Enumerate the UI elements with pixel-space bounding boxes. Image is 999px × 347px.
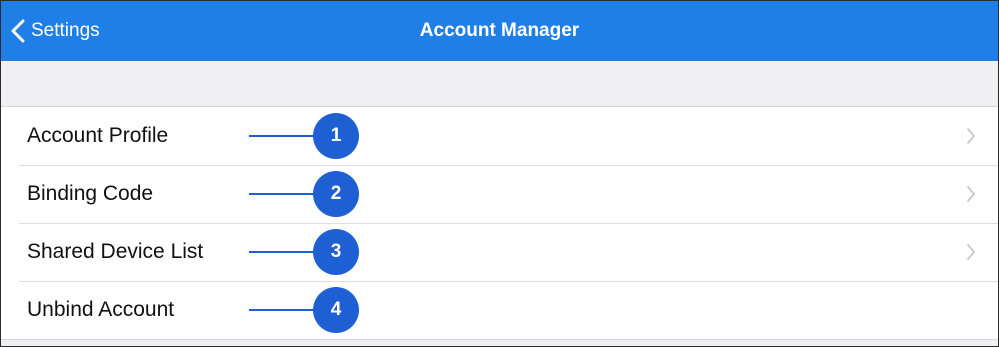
callout-line [249,251,321,253]
list-item-binding-code[interactable]: Binding Code 2 [1,165,998,223]
chevron-left-icon [7,16,29,46]
callout-line [249,193,321,195]
callout-badge: 2 [313,171,359,217]
list-item-shared-device-list[interactable]: Shared Device List 3 [1,223,998,281]
chevron-right-icon [966,127,976,145]
callout-line [249,135,321,137]
list-item-label: Account Profile [27,124,169,147]
account-menu-list: Account Profile 1 Binding Code 2 Shared … [1,107,998,339]
list-item-label: Binding Code [27,182,154,205]
chevron-right-icon [966,185,976,203]
back-button-label: Settings [31,20,100,41]
app-window: Settings Account Manager Account Profile… [0,0,999,347]
callout-badge: 4 [313,287,359,333]
section-spacer [1,61,998,107]
page-title: Account Manager [419,20,580,41]
back-button[interactable]: Settings [7,1,100,61]
list-item-label: Shared Device List [27,240,204,263]
chevron-right-icon [966,243,976,261]
callout-line [249,309,321,311]
callout-badge: 1 [313,113,359,159]
list-item-unbind-account[interactable]: Unbind Account 4 [1,281,998,339]
section-spacer-bottom [1,339,998,346]
list-item-label: Unbind Account [27,298,175,321]
callout-badge: 3 [313,229,359,275]
navigation-bar: Settings Account Manager [1,1,998,61]
list-item-account-profile[interactable]: Account Profile 1 [1,107,998,165]
